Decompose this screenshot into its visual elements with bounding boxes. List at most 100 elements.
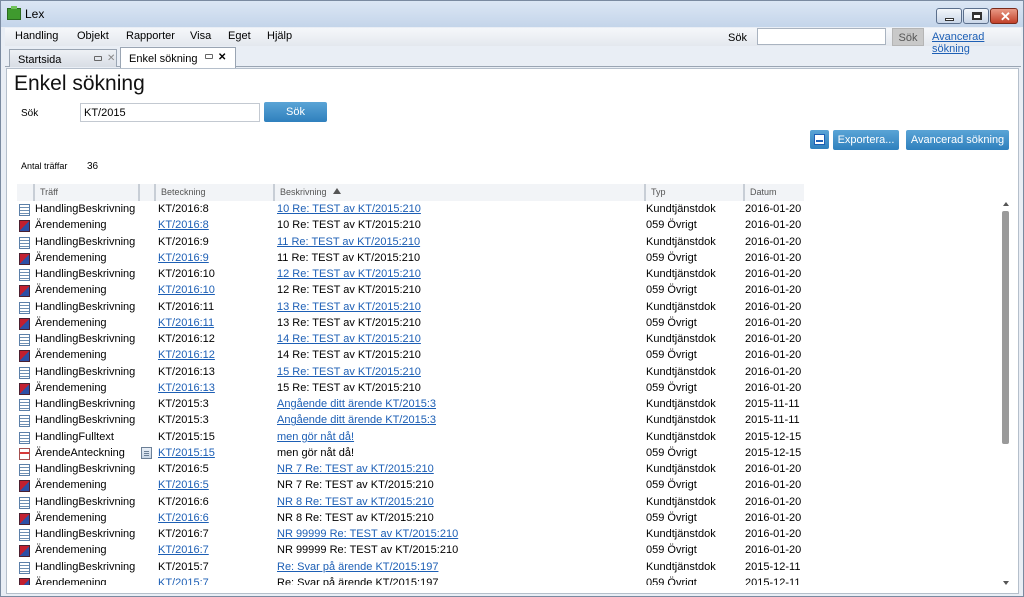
menu-objekt[interactable]: Objekt	[77, 30, 109, 42]
table-row[interactable]: Ärendemening KT/2016:13 15 Re: TEST av KT/…	[17, 381, 1002, 397]
advanced-search-button[interactable]: Avancerad sökning	[906, 130, 1009, 150]
column-header-note[interactable]	[138, 184, 154, 201]
document-icon	[19, 496, 30, 509]
search-button[interactable]: Sök	[264, 102, 327, 122]
column-header-traff[interactable]: Träff	[33, 184, 136, 201]
table-row[interactable]: ÄrendeAnteckning KT/2015:15 men gör nåt då…	[17, 446, 1002, 462]
cell-traff: Ärendemening	[35, 219, 107, 232]
cell-traff: HandlingBeskrivning	[35, 300, 136, 313]
cell-traff: HandlingBeskrivning	[35, 203, 136, 215]
tab-startsida[interactable]: Startsida ✕	[9, 49, 117, 67]
menu-rapporter[interactable]: Rapporter	[126, 30, 175, 42]
table-row[interactable]: Ärendemening KT/2015:7 Re: Svar på ärende …	[17, 576, 1002, 585]
column-header-beteckning[interactable]: Beteckning	[154, 184, 273, 201]
table-row[interactable]: Ärendemening KT/2016:12 14 Re: TEST av KT/…	[17, 348, 1002, 364]
table-row[interactable]: Ärendemening KT/2016:7 NR 99999 Re: TEST a…	[17, 543, 1002, 559]
pin-icon[interactable]	[205, 54, 213, 59]
table-row[interactable]: HandlingBeskrivning KT/2016:11 13 Re: TEST…	[17, 300, 1002, 316]
case-icon	[19, 252, 30, 265]
cell-beskrivning[interactable]: 11 Re: TEST av KT/2015:210	[277, 236, 420, 248]
table-row[interactable]: Ärendemening KT/2016:10 12 Re: TEST av KT/…	[17, 283, 1002, 299]
close-window-button[interactable]: ✕	[990, 8, 1018, 24]
cell-beteckning[interactable]: KT/2016:13	[158, 382, 215, 394]
cell-traff: HandlingBeskrivning	[35, 528, 136, 540]
scroll-down-icon[interactable]	[1003, 581, 1009, 585]
table-row[interactable]: HandlingBeskrivning KT/2016:5 NR 7 Re: TES…	[17, 462, 1002, 478]
cell-beteckning[interactable]: KT/2016:7	[158, 544, 209, 556]
table-row[interactable]: HandlingBeskrivning KT/2016:8 10 Re: TEST …	[17, 202, 1002, 218]
cell-beskrivning[interactable]: 12 Re: TEST av KT/2015:210	[277, 268, 421, 280]
cell-beskrivning: 13 Re: TEST av KT/2015:210	[277, 316, 421, 329]
cell-beskrivning[interactable]: 15 Re: TEST av KT/2015:210	[277, 366, 421, 378]
menu-visa[interactable]: Visa	[190, 30, 211, 42]
pin-icon[interactable]	[94, 56, 102, 61]
table-row[interactable]: HandlingBeskrivning KT/2016:13 15 Re: TEST…	[17, 365, 1002, 381]
tab-enkel-sokning[interactable]: Enkel sökning ✕	[120, 47, 236, 68]
scroll-thumb[interactable]	[1002, 211, 1009, 444]
cell-beteckning[interactable]: KT/2016:5	[158, 479, 209, 491]
cell-typ: 059 Övrigt	[646, 349, 697, 362]
menu-eget[interactable]: Eget	[228, 30, 251, 42]
cell-beteckning[interactable]: KT/2015:7	[158, 577, 209, 585]
cell-beskrivning[interactable]: Re: Svar på ärende KT/2015:197	[277, 561, 438, 573]
cell-beskrivning[interactable]: NR 7 Re: TEST av KT/2015:210	[277, 463, 434, 475]
document-icon	[19, 431, 30, 444]
cell-beteckning[interactable]: KT/2016:8	[158, 219, 209, 231]
cell-traff: HandlingBeskrivning	[35, 560, 136, 573]
minimize-button[interactable]	[936, 8, 962, 24]
scroll-up-icon[interactable]	[1003, 202, 1009, 206]
close-tab-icon[interactable]: ✕	[107, 53, 115, 64]
cell-beskrivning[interactable]: 14 Re: TEST av KT/2015:210	[277, 333, 421, 345]
cell-traff: HandlingFulltext	[35, 430, 114, 443]
cell-beskrivning[interactable]: NR 99999 Re: TEST av KT/2015:210	[277, 528, 458, 540]
cell-beskrivning[interactable]: NR 8 Re: TEST av KT/2015:210	[277, 496, 434, 508]
cell-beteckning[interactable]: KT/2016:12	[158, 349, 215, 361]
cell-beskrivning[interactable]: 13 Re: TEST av KT/2015:210	[277, 301, 421, 313]
table-row[interactable]: HandlingBeskrivning KT/2016:6 NR 8 Re: TES…	[17, 495, 1002, 511]
case-icon	[19, 382, 30, 395]
case-icon	[19, 577, 30, 585]
cell-datum: 2016-01-20	[745, 268, 802, 280]
cell-beteckning[interactable]: KT/2016:9	[158, 252, 209, 264]
vertical-scrollbar[interactable]	[1002, 202, 1011, 585]
column-header-typ[interactable]: Typ	[644, 184, 743, 201]
menu-hjalp[interactable]: Hjälp	[267, 30, 292, 42]
search-input[interactable]	[80, 103, 260, 122]
cell-beteckning[interactable]: KT/2016:10	[158, 284, 215, 296]
print-button[interactable]	[810, 130, 829, 149]
table-row[interactable]: HandlingBeskrivning KT/2015:3 Angående dit…	[17, 413, 1002, 429]
note-icon[interactable]	[141, 446, 152, 459]
maximize-button[interactable]	[963, 8, 989, 24]
cell-beteckning[interactable]: KT/2016:6	[158, 512, 209, 524]
table-row[interactable]: HandlingBeskrivning KT/2016:12 14 Re: TEST…	[17, 332, 1002, 348]
document-icon	[19, 399, 30, 411]
table-row[interactable]: HandlingBeskrivning KT/2016:7 NR 99999 Re:…	[17, 527, 1002, 543]
top-search-input[interactable]	[757, 28, 886, 45]
column-header-datum[interactable]: Datum	[743, 184, 804, 201]
table-row[interactable]: Ärendemening KT/2016:9 11 Re: TEST av KT/2…	[17, 251, 1002, 267]
table-row[interactable]: HandlingBeskrivning KT/2016:9 11 Re: TEST …	[17, 235, 1002, 251]
table-row[interactable]: Ärendemening KT/2016:8 10 Re: TEST av KT/2…	[17, 218, 1002, 234]
cell-typ: Kundtjänstdok	[646, 268, 716, 280]
cell-beskrivning[interactable]: Angående ditt ärende KT/2015:3	[277, 398, 436, 410]
cell-beteckning[interactable]: KT/2016:11	[158, 317, 214, 329]
top-search-button[interactable]: Sök	[892, 28, 924, 46]
table-row[interactable]: HandlingBeskrivning KT/2015:7 Re: Svar på …	[17, 560, 1002, 576]
cell-datum: 2015-12-15	[745, 430, 802, 443]
close-tab-icon[interactable]: ✕	[218, 52, 226, 63]
hit-count-value: 36	[87, 161, 99, 172]
cell-beskrivning[interactable]: 10 Re: TEST av KT/2015:210	[277, 203, 421, 215]
table-row[interactable]: HandlingBeskrivning KT/2015:3 Angående dit…	[17, 397, 1002, 413]
cell-beteckning[interactable]: KT/2015:15	[158, 447, 215, 459]
export-button[interactable]: Exportera...	[833, 130, 899, 150]
table-row[interactable]: HandlingFulltext KT/2015:15 men gör nåt då…	[17, 430, 1002, 446]
table-row[interactable]: HandlingBeskrivning KT/2016:10 12 Re: TEST…	[17, 267, 1002, 283]
cell-beskrivning[interactable]: men gör nåt då!	[277, 431, 354, 443]
menu-handling[interactable]: Handling	[15, 30, 58, 42]
column-header-beskrivning[interactable]: Beskrivning	[273, 184, 644, 201]
cell-beskrivning[interactable]: Angående ditt ärende KT/2015:3	[277, 414, 436, 426]
cell-traff: HandlingBeskrivning	[35, 235, 136, 248]
table-row[interactable]: Ärendemening KT/2016:5 NR 7 Re: TEST av KT…	[17, 478, 1002, 494]
table-row[interactable]: Ärendemening KT/2016:6 NR 8 Re: TEST av KT…	[17, 511, 1002, 527]
table-row[interactable]: Ärendemening KT/2016:11 13 Re: TEST av KT/…	[17, 316, 1002, 332]
